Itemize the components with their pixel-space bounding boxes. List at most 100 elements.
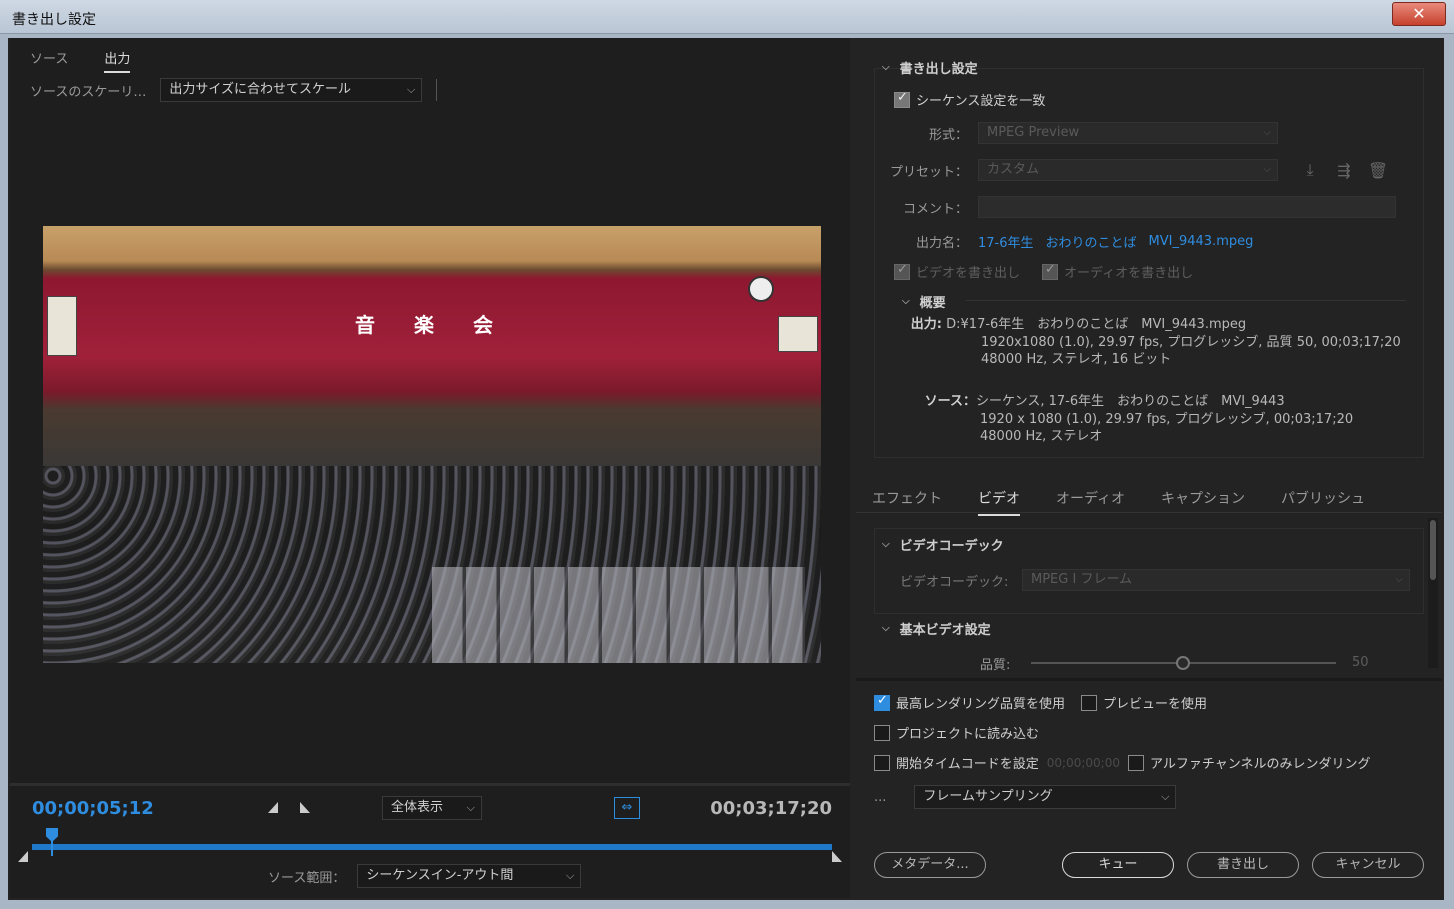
import-project-checkbox[interactable]: プロジェクトに読み込む xyxy=(874,723,1039,742)
clock-icon xyxy=(748,276,774,302)
match-sequence-label: シーケンス設定を一致 xyxy=(916,94,1046,109)
max-render-checkbox[interactable]: 最高レンダリング品質を使用 xyxy=(874,693,1065,712)
summary-source: ソース：シーケンス, 17-6年生 おわりのことば MVI_9443 1920 … xyxy=(882,393,1354,446)
chevron-down-icon: ⌵ xyxy=(882,623,890,634)
export-button[interactable]: 書き出し xyxy=(1187,852,1299,878)
checkbox-empty-icon xyxy=(874,724,890,741)
checkbox-checked-icon xyxy=(874,693,890,711)
quality-label: 品質: xyxy=(980,658,1011,673)
mark-out-icon[interactable] xyxy=(300,802,310,813)
chevron-down-icon: ⌵ xyxy=(902,296,910,307)
tab-output[interactable]: 出力 xyxy=(104,48,131,73)
basic-video-header[interactable]: ⌵ 基本ビデオ設定 xyxy=(882,619,991,638)
render-row-4: ... フレームサンプリング ⌵ xyxy=(874,785,1177,809)
divider xyxy=(966,300,1406,301)
tab-source[interactable]: ソース xyxy=(30,48,68,73)
settings-pane: ⌵ 書き出し設定 シーケンス設定を一致 形式： MPEG Preview ⌵ プ… xyxy=(856,38,1442,898)
checkbox-checked-icon xyxy=(894,90,910,108)
use-preview-checkbox[interactable]: プレビューを使用 xyxy=(1081,693,1207,712)
video-codec-header[interactable]: ⌵ ビデオコーデック xyxy=(882,535,1004,554)
chevron-down-icon: ⌵ xyxy=(466,801,475,814)
max-render-label: 最高レンダリング品質を使用 xyxy=(896,697,1066,712)
more-options-icon[interactable]: ... xyxy=(874,790,886,805)
divider xyxy=(10,783,850,786)
comment-field[interactable] xyxy=(978,196,1396,218)
export-settings-header[interactable]: ⌵ 書き出し設定 xyxy=(882,58,978,77)
slider-knob[interactable] xyxy=(1176,656,1190,670)
render-options: 最高レンダリング品質を使用 プレビューを使用 プロジェクトに読み込む 開始タイム… xyxy=(856,678,1442,898)
export-av-row: ビデオを書き出し オーディオを書き出し xyxy=(894,262,1193,281)
chevron-down-icon: ⌵ xyxy=(1161,790,1170,803)
window-title: 書き出し設定 xyxy=(12,12,96,28)
source-scaling-dropdown[interactable]: 出力サイズに合わせてスケール ⌵ xyxy=(160,78,423,102)
summary-output: 出力: D:¥17-6年生 おわりのことば MVI_9443.mpeg 1920… xyxy=(882,316,1401,369)
summary-source-line: 1920 x 1080 (1.0), 29.97 fps, プログレッシブ, 0… xyxy=(980,411,1354,427)
quality-value: 50 xyxy=(1352,655,1369,670)
chairs xyxy=(432,566,806,663)
start-tc-checkbox[interactable]: 開始タイムコードを設定 xyxy=(874,753,1039,772)
video-codec-label: ビデオコーデック: xyxy=(900,574,1009,590)
output-name-link[interactable]: MVI_9443.mpeg xyxy=(1149,234,1254,249)
quality-row: 品質: xyxy=(980,654,1010,673)
export-video-checkbox[interactable]: ビデオを書き出し xyxy=(894,262,1020,281)
import-preset-icon[interactable]: ⇶ xyxy=(1332,161,1356,180)
timeline-track[interactable] xyxy=(32,844,832,850)
summary-output-key: 出力: xyxy=(910,317,942,332)
match-sequence-checkbox[interactable]: シーケンス設定を一致 xyxy=(894,90,1045,109)
current-timecode[interactable]: 00;00;05;12 xyxy=(32,798,154,819)
scrollbar-thumb[interactable] xyxy=(1430,520,1436,580)
video-codec-dropdown[interactable]: MPEG I フレーム ⌵ xyxy=(1022,569,1410,591)
trash-icon[interactable]: 🗑 xyxy=(1366,161,1390,180)
output-name-link[interactable]: 17-6年生 xyxy=(978,232,1034,251)
frame-sampling-dropdown[interactable]: フレームサンプリング ⌵ xyxy=(914,785,1177,809)
alpha-only-checkbox[interactable]: アルファチャンネルのみレンダリング xyxy=(1127,753,1370,772)
format-dropdown[interactable]: MPEG Preview ⌵ xyxy=(978,122,1278,144)
import-project-label: プロジェクトに読み込む xyxy=(896,727,1040,742)
source-range-dropdown[interactable]: シーケンスイン-アウト間 ⌵ xyxy=(357,864,582,888)
export-settings-title: 書き出し設定 xyxy=(899,62,978,77)
checkbox-checked-icon xyxy=(894,262,910,280)
render-row-2: プロジェクトに読み込む xyxy=(874,723,1039,742)
summary-output-line: 1920x1080 (1.0), 29.97 fps, プログレッシブ, 品質 … xyxy=(981,334,1401,350)
queue-button[interactable]: キュー xyxy=(1062,852,1174,878)
summary-source-line: 48000 Hz, ステレオ xyxy=(980,429,1103,444)
summary-title: 概要 xyxy=(919,296,946,311)
preview-banner-text: 音 楽 会 xyxy=(355,313,509,338)
summary-source-line: シーケンス, 17-6年生 おわりのことば MVI_9443 xyxy=(976,394,1285,409)
scrollbar[interactable] xyxy=(1428,518,1438,668)
zoom-value: 全体表示 xyxy=(391,800,444,815)
metadata-button[interactable]: メタデータ... xyxy=(874,852,986,878)
title-bar: 書き出し設定 ✕ xyxy=(0,0,1454,34)
source-output-tabs: ソース 出力 xyxy=(30,48,131,73)
source-range-row: ソース範囲： シーケンスイン-アウト間 ⌵ xyxy=(268,864,582,888)
out-point-handle[interactable] xyxy=(832,851,842,862)
comment-row: コメント： xyxy=(868,196,1396,218)
source-range-label: ソース範囲： xyxy=(268,870,346,886)
export-audio-checkbox[interactable]: オーディオを書き出し xyxy=(1042,262,1193,281)
mark-in-icon[interactable] xyxy=(268,802,278,813)
fit-frame-icon[interactable]: ⇔ xyxy=(614,797,640,819)
preset-row: プリセット： カスタム ⌵ ⤓ ⇶ 🗑 xyxy=(868,159,1390,181)
chevron-down-icon: ⌵ xyxy=(1395,574,1403,585)
format-value: MPEG Preview xyxy=(987,125,1080,140)
basic-video-title: 基本ビデオ設定 xyxy=(899,623,991,638)
output-name-label: 出力名： xyxy=(915,236,968,251)
zoom-dropdown[interactable]: 全体表示 ⌵ xyxy=(382,796,482,820)
preset-dropdown[interactable]: カスタム ⌵ xyxy=(978,159,1278,181)
save-preset-icon[interactable]: ⤓ xyxy=(1298,160,1322,180)
close-button[interactable]: ✕ xyxy=(1392,2,1446,26)
source-output-pane: ソース 出力 ソースのスケーリ… 出力サイズに合わせてスケール ⌵ 音 楽 会 … xyxy=(10,38,850,898)
render-row-1: 最高レンダリング品質を使用 プレビューを使用 xyxy=(874,693,1207,712)
output-name-link[interactable]: おわりのことば xyxy=(1046,232,1137,251)
summary-header[interactable]: ⌵ 概要 xyxy=(902,292,946,311)
chevron-down-icon: ⌵ xyxy=(407,83,416,96)
in-point-handle[interactable] xyxy=(18,851,28,862)
format-label: 形式： xyxy=(928,127,968,143)
source-scaling-label: ソースのスケーリ… xyxy=(30,84,147,100)
summary-output-line: 48000 Hz, ステレオ, 16 ビット xyxy=(981,352,1172,367)
start-tc-value[interactable]: 00;00;00;00 xyxy=(1047,756,1120,770)
format-row: 形式： MPEG Preview ⌵ xyxy=(868,122,1278,144)
quality-slider[interactable] xyxy=(1031,656,1336,670)
cancel-button[interactable]: キャンセル xyxy=(1312,852,1424,878)
stage-board xyxy=(47,296,77,356)
